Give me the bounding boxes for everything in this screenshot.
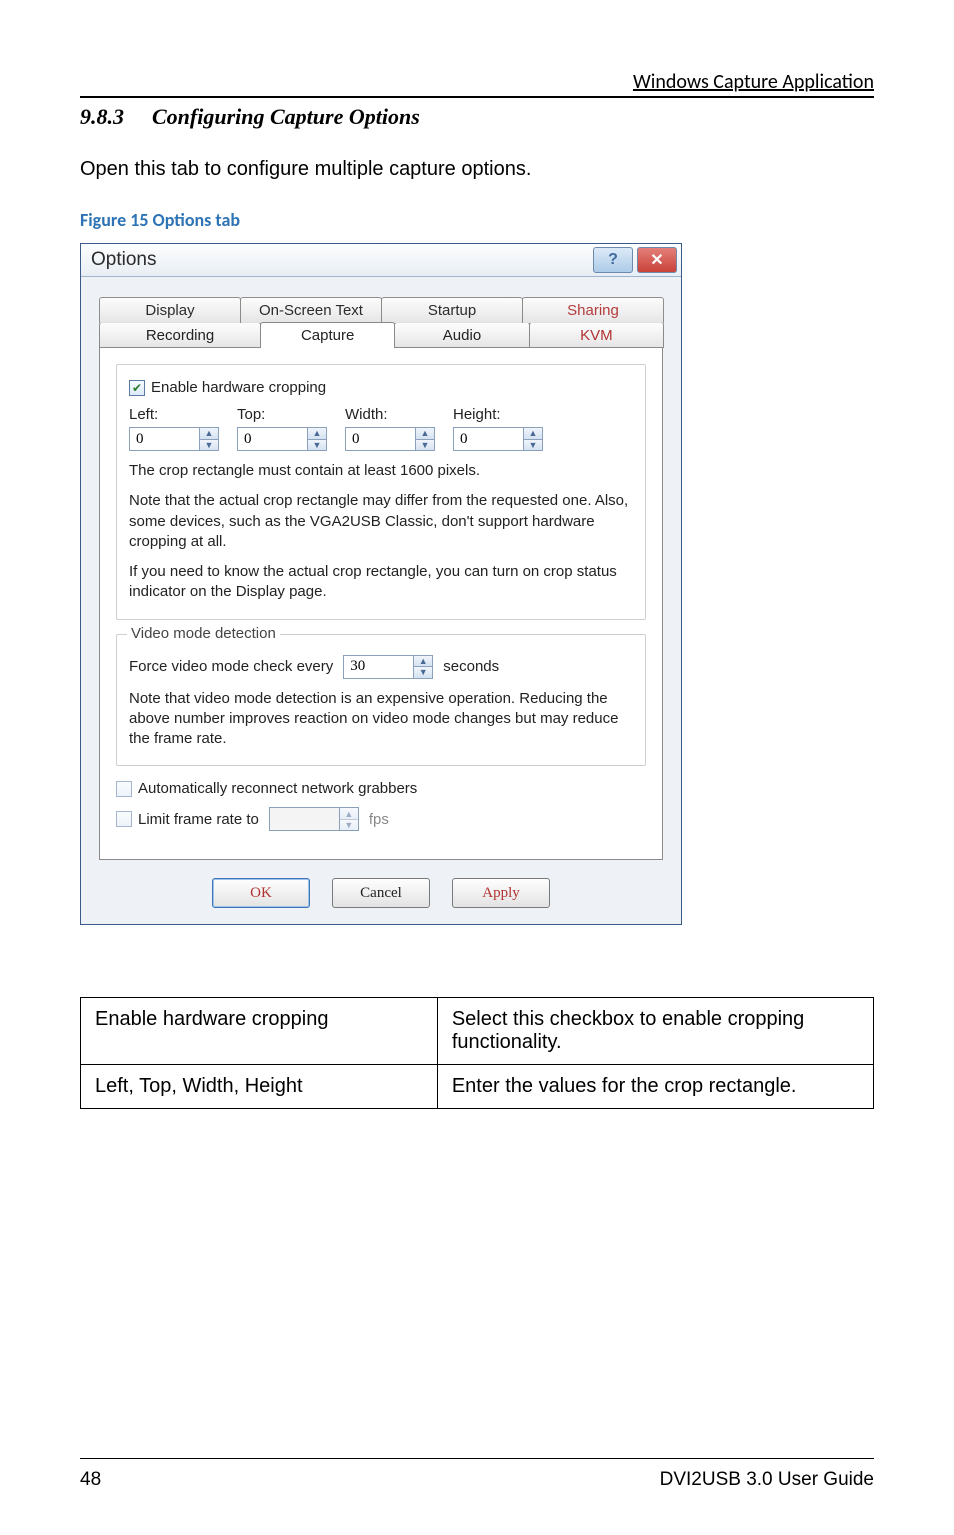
ok-button-label: OK <box>250 885 272 902</box>
width-input[interactable] <box>345 427 415 451</box>
cropping-group: ✔ Enable hardware cropping Left: ▲▼ <box>116 364 646 620</box>
tab-startup[interactable]: Startup <box>381 297 523 323</box>
tab-capture[interactable]: Capture <box>260 322 395 348</box>
height-label: Height: <box>453 406 543 423</box>
dialog-title: Options <box>81 249 156 271</box>
tab-display[interactable]: Display <box>99 297 241 323</box>
cell-option-desc: Select this checkbox to enable cropping … <box>437 998 873 1065</box>
close-icon: ✕ <box>650 250 663 270</box>
tab-kvm[interactable]: KVM <box>529 322 664 348</box>
tab-audio[interactable]: Audio <box>394 322 529 348</box>
auto-reconnect-label: Automatically reconnect network grabbers <box>138 780 417 797</box>
checkbox-empty-icon <box>116 811 132 827</box>
video-mode-group: Video mode detection Force video mode ch… <box>116 634 646 767</box>
tab-label: Sharing <box>567 302 619 319</box>
enable-cropping-label: Enable hardware cropping <box>151 379 326 396</box>
width-label: Width: <box>345 406 435 423</box>
header-rule <box>80 96 874 98</box>
video-mode-note: Note that video mode detection is an exp… <box>129 689 633 750</box>
spin-down-icon[interactable]: ▼ <box>200 439 218 451</box>
tab-recording[interactable]: Recording <box>99 322 261 348</box>
tab-label: KVM <box>580 327 613 344</box>
ok-button[interactable]: OK <box>212 878 310 908</box>
left-label: Left: <box>129 406 219 423</box>
spin-down-icon[interactable]: ▼ <box>416 439 434 451</box>
intro-paragraph: Open this tab to configure multiple capt… <box>80 158 874 181</box>
options-dialog: Options ? ✕ Display On-Screen Text Start… <box>80 243 682 925</box>
cell-option-desc: Enter the values for the crop rectangle. <box>437 1065 873 1109</box>
cropping-note-3: If you need to know the actual crop rect… <box>129 562 633 603</box>
tab-label: On-Screen Text <box>259 302 363 319</box>
enable-cropping-checkbox[interactable]: ✔ Enable hardware cropping <box>129 379 633 396</box>
section-title: Configuring Capture Options <box>152 104 420 130</box>
auto-reconnect-checkbox[interactable]: Automatically reconnect network grabbers <box>116 780 646 797</box>
tab-label: Audio <box>443 327 481 344</box>
spin-up-icon[interactable]: ▲ <box>524 428 542 439</box>
limit-fps-spinner[interactable]: ▲▼ <box>269 807 359 831</box>
page-footer: 48 DVI2USB 3.0 User Guide <box>80 1458 874 1491</box>
question-icon: ? <box>608 251 618 269</box>
tab-label: Display <box>145 302 194 319</box>
spin-down-icon[interactable]: ▼ <box>414 666 432 678</box>
cancel-button-label: Cancel <box>360 885 402 902</box>
cropping-note-2: Note that the actual crop rectangle may … <box>129 491 633 552</box>
cell-option-name: Enable hardware cropping <box>81 998 438 1065</box>
force-check-label: Force video mode check every <box>129 658 333 675</box>
titlebar: Options ? ✕ <box>81 244 681 277</box>
figure-caption: Figure 15 Options tab <box>80 209 874 231</box>
top-label: Top: <box>237 406 327 423</box>
spin-up-icon[interactable]: ▲ <box>416 428 434 439</box>
section-number: 9.8.3 <box>80 104 124 130</box>
limit-fps-checkbox[interactable]: Limit frame rate to <box>116 811 259 828</box>
left-spinner[interactable]: ▲▼ <box>129 427 219 451</box>
spin-up-icon[interactable]: ▲ <box>340 808 358 819</box>
limit-fps-label: Limit frame rate to <box>138 811 259 828</box>
spin-down-icon[interactable]: ▼ <box>308 439 326 451</box>
left-input[interactable] <box>129 427 199 451</box>
tab-label: Startup <box>428 302 476 319</box>
table-row: Left, Top, Width, Height Enter the value… <box>81 1065 874 1109</box>
limit-fps-unit: fps <box>369 811 389 828</box>
tab-label: Capture <box>301 327 354 344</box>
tabs: Display On-Screen Text Startup Sharing R… <box>99 297 663 860</box>
force-check-unit: seconds <box>443 658 499 675</box>
page-number: 48 <box>80 1469 101 1491</box>
apply-button[interactable]: Apply <box>452 878 550 908</box>
tab-on-screen-text[interactable]: On-Screen Text <box>240 297 382 323</box>
document-title: DVI2USB 3.0 User Guide <box>660 1469 874 1491</box>
spin-up-icon[interactable]: ▲ <box>414 656 432 667</box>
tab-label: Recording <box>146 327 214 344</box>
section-heading: 9.8.3 Configuring Capture Options <box>80 104 874 130</box>
spin-down-icon[interactable]: ▼ <box>524 439 542 451</box>
limit-fps-input[interactable] <box>269 807 339 831</box>
help-button[interactable]: ? <box>593 247 633 273</box>
spin-up-icon[interactable]: ▲ <box>200 428 218 439</box>
cropping-note-1: The crop rectangle must contain at least… <box>129 461 633 481</box>
dialog-button-row: OK Cancel Apply <box>99 878 663 908</box>
close-button[interactable]: ✕ <box>637 247 677 273</box>
table-row: Enable hardware cropping Select this che… <box>81 998 874 1065</box>
apply-button-label: Apply <box>482 885 520 902</box>
running-header: Windows Capture Application <box>80 70 874 94</box>
checkbox-empty-icon <box>116 781 132 797</box>
force-check-spinner[interactable]: ▲▼ <box>343 655 433 679</box>
width-spinner[interactable]: ▲▼ <box>345 427 435 451</box>
checkbox-check-icon: ✔ <box>129 380 145 396</box>
spin-down-icon[interactable]: ▼ <box>340 819 358 831</box>
tab-sharing[interactable]: Sharing <box>522 297 664 323</box>
tab-panel-capture: ✔ Enable hardware cropping Left: ▲▼ <box>99 347 663 860</box>
height-spinner[interactable]: ▲▼ <box>453 427 543 451</box>
cancel-button[interactable]: Cancel <box>332 878 430 908</box>
description-table: Enable hardware cropping Select this che… <box>80 997 874 1109</box>
spin-up-icon[interactable]: ▲ <box>308 428 326 439</box>
cell-option-name: Left, Top, Width, Height <box>81 1065 438 1109</box>
top-spinner[interactable]: ▲▼ <box>237 427 327 451</box>
video-mode-legend: Video mode detection <box>127 625 280 642</box>
height-input[interactable] <box>453 427 523 451</box>
force-check-input[interactable] <box>343 655 413 679</box>
top-input[interactable] <box>237 427 307 451</box>
